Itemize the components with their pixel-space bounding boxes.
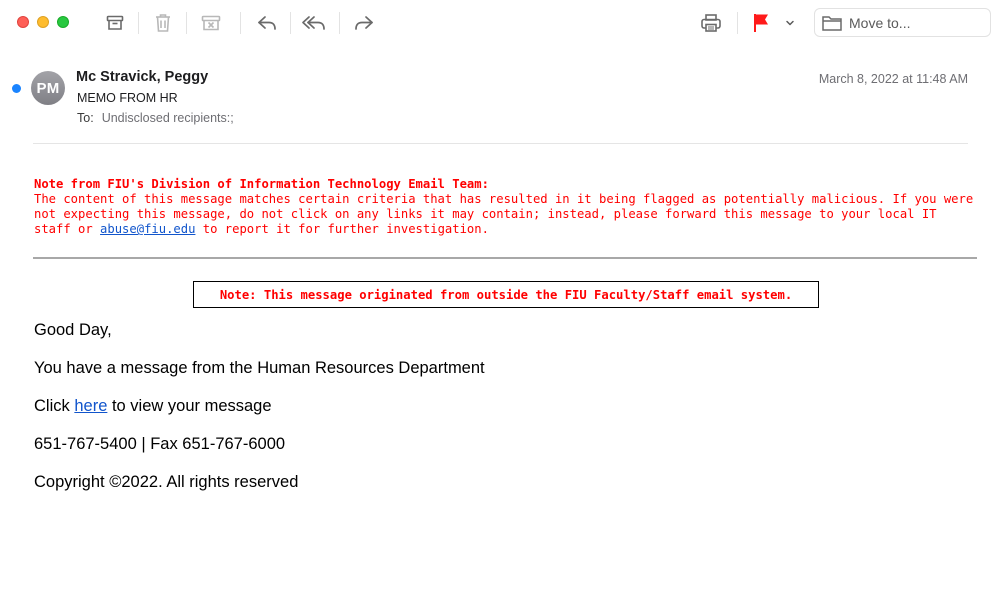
header-divider [33, 143, 968, 144]
flag-icon[interactable] [748, 10, 774, 36]
here-link[interactable]: here [74, 397, 107, 415]
click-text-after: to view your message [107, 397, 272, 415]
move-to-label: Move to... [849, 14, 911, 31]
reply-icon[interactable] [254, 10, 280, 36]
message-date: March 8, 2022 at 11:48 AM [818, 72, 968, 86]
forward-icon[interactable] [351, 10, 377, 36]
unread-indicator [12, 84, 21, 93]
phone-line: 651-767-5400 | Fax 651-767-6000 [34, 435, 286, 453]
body-line: You have a message from the Human Resour… [34, 359, 485, 377]
recipients-line: To: Undisclosed recipients:; [77, 111, 234, 125]
to-label: To: [77, 111, 94, 125]
toolbar-separator [240, 12, 241, 34]
print-icon[interactable] [698, 10, 724, 36]
toolbar-separator [290, 12, 291, 34]
toolbar-separator [339, 12, 340, 34]
avatar: PM [31, 71, 65, 105]
warning-title: Note from FIU's Division of Information … [34, 177, 489, 191]
toolbar-separator [186, 12, 187, 34]
greeting: Good Day, [34, 321, 112, 339]
close-window-button[interactable] [17, 16, 29, 28]
external-sender-notice: Note: This message originated from outsi… [193, 281, 819, 308]
abuse-email-link[interactable]: abuse@fiu.edu [100, 222, 195, 236]
toolbar-separator [138, 12, 139, 34]
junk-icon[interactable] [198, 10, 224, 36]
copyright-line: Copyright ©2022. All rights reserved [34, 473, 299, 491]
maximize-window-button[interactable] [57, 16, 69, 28]
folder-icon [822, 15, 842, 31]
recipients: Undisclosed recipients:; [101, 111, 234, 125]
message-subject: MEMO FROM HR [77, 91, 178, 105]
security-warning: Note from FIU's Division of Information … [34, 177, 974, 237]
trash-icon[interactable] [150, 10, 176, 36]
sender-name[interactable]: Mc Stravick, Peggy [76, 69, 208, 85]
move-to-button[interactable]: Move to... [814, 8, 991, 37]
minimize-window-button[interactable] [37, 16, 49, 28]
reply-all-icon[interactable] [301, 10, 327, 36]
chevron-down-icon[interactable] [780, 10, 800, 36]
click-line: Click here to view your message [34, 397, 272, 416]
toolbar: Move to... [0, 0, 1000, 46]
warning-text: The content of this message matches cert… [34, 192, 974, 237]
toolbar-separator [737, 12, 738, 34]
horizontal-rule [33, 257, 977, 259]
click-text-before: Click [34, 397, 75, 415]
archive-icon[interactable] [102, 10, 128, 36]
warning-text-after: to report it for further investigation. [195, 222, 489, 236]
